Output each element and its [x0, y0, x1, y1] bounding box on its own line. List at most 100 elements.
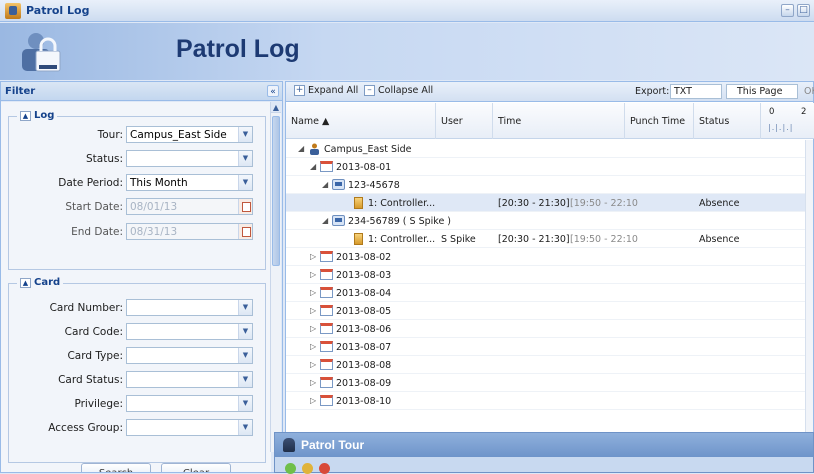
- chevron-down-icon[interactable]: ▼: [238, 420, 252, 435]
- collapsed-arrow-icon[interactable]: ▷: [310, 288, 316, 297]
- calendar-icon: [320, 269, 333, 280]
- start-date-field[interactable]: 08/01/13: [126, 198, 253, 215]
- expanded-arrow-icon[interactable]: ◢: [322, 180, 328, 189]
- calendar-icon: [320, 287, 333, 298]
- row-status: Absence: [699, 198, 740, 209]
- patrol-tour-title: Patrol Tour: [301, 438, 365, 452]
- chevron-down-icon[interactable]: ▼: [238, 175, 252, 190]
- tree-row-card[interactable]: ◢ 123-45678: [286, 176, 806, 194]
- chevron-down-icon[interactable]: ▼: [238, 348, 252, 363]
- chevron-down-icon[interactable]: ▼: [238, 372, 252, 387]
- collapsed-arrow-icon[interactable]: ▷: [310, 306, 316, 315]
- calendar-icon[interactable]: [238, 199, 252, 214]
- card-code-select[interactable]: ▼: [126, 323, 253, 340]
- card-collapse-toggle[interactable]: ▲: [20, 277, 31, 288]
- privilege-select[interactable]: ▼: [126, 395, 253, 412]
- tree-row-date[interactable]: ▷ 2013-08-08: [286, 356, 806, 374]
- collapsed-arrow-icon[interactable]: ▷: [310, 360, 316, 369]
- ok-button[interactable]: OK: [804, 86, 814, 97]
- end-date-field[interactable]: 08/31/13: [126, 223, 253, 240]
- card-type-select[interactable]: ▼: [126, 347, 253, 364]
- collapsed-arrow-icon[interactable]: ▷: [310, 252, 316, 261]
- expanded-arrow-icon[interactable]: ◢: [322, 216, 328, 225]
- column-status[interactable]: Status: [694, 103, 761, 139]
- collapsed-arrow-icon[interactable]: ▷: [310, 342, 316, 351]
- status-select[interactable]: ▼: [126, 150, 253, 167]
- expanded-arrow-icon[interactable]: ◢: [310, 162, 316, 171]
- banner: Patrol Log: [0, 23, 814, 80]
- tree-row-card[interactable]: ◢ 234-56789 ( S Spike ): [286, 212, 806, 230]
- pause-icon[interactable]: [302, 463, 313, 474]
- chevron-down-icon[interactable]: ▼: [238, 324, 252, 339]
- clear-button[interactable]: Clear: [161, 463, 231, 472]
- filter-panel: Filter « ▲ Log Tour: Campus_East Side ▼ …: [0, 81, 283, 473]
- date-period-label: Date Period:: [58, 176, 123, 189]
- date-period-select[interactable]: This Month ▼: [126, 174, 253, 191]
- tree-row-date[interactable]: ▷ 2013-08-07: [286, 338, 806, 356]
- grid-rows: ◢ Campus_East Side ◢ 2013-08-01 ◢ 123-45…: [286, 140, 806, 434]
- tree-row-campus[interactable]: ◢ Campus_East Side: [286, 140, 806, 158]
- scroll-thumb[interactable]: [272, 116, 280, 266]
- tree-row-date[interactable]: ▷ 2013-08-02: [286, 248, 806, 266]
- log-collapse-toggle[interactable]: ▲: [20, 110, 31, 121]
- chevron-down-icon[interactable]: ▼: [238, 127, 252, 142]
- tree-row-date[interactable]: ▷ 2013-08-10: [286, 392, 806, 410]
- tree-row-date[interactable]: ◢ 2013-08-01: [286, 158, 806, 176]
- patrol-tour-window[interactable]: Patrol Tour: [274, 432, 814, 474]
- chevron-down-icon[interactable]: ▼: [238, 396, 252, 411]
- tree-row-date[interactable]: ▷ 2013-08-05: [286, 302, 806, 320]
- column-punch-time[interactable]: Punch Time: [625, 103, 694, 139]
- collapse-all-button[interactable]: – Collapse All: [364, 85, 433, 96]
- tour-select[interactable]: Campus_East Side ▼: [126, 126, 253, 143]
- chevron-down-icon[interactable]: ▼: [238, 300, 252, 315]
- expand-all-button[interactable]: + Expand All: [294, 85, 358, 96]
- tree-row-date[interactable]: ▷ 2013-08-04: [286, 284, 806, 302]
- column-user[interactable]: User: [436, 103, 493, 139]
- grid-scrollbar[interactable]: [805, 140, 813, 434]
- end-date-label: End Date:: [71, 225, 123, 238]
- stop-icon[interactable]: [319, 463, 330, 474]
- grid-header: Name ▲ User Time Punch Time Status 0 2 |…: [286, 103, 814, 139]
- guard-icon: [283, 438, 295, 452]
- collapsed-arrow-icon[interactable]: ▷: [310, 324, 316, 333]
- row-name: 2013-08-08: [336, 360, 392, 371]
- column-name[interactable]: Name ▲: [286, 103, 436, 139]
- page-title: Patrol Log: [176, 35, 300, 63]
- export-format-select[interactable]: TXT: [670, 84, 722, 99]
- column-time[interactable]: Time: [493, 103, 625, 139]
- patrol-tour-titlebar[interactable]: Patrol Tour: [275, 433, 813, 457]
- timeline-next-label: 2: [801, 107, 807, 117]
- column-timeline[interactable]: 0 2 |.|.|.|: [761, 103, 814, 139]
- card-legend: Card: [34, 277, 61, 288]
- collapse-filter-icon[interactable]: «: [267, 85, 279, 97]
- tree-row-date[interactable]: ▷ 2013-08-03: [286, 266, 806, 284]
- collapsed-arrow-icon[interactable]: ▷: [310, 378, 316, 387]
- tree-row-checkpoint[interactable]: 1: Controller... [20:30 - 21:30] [19:50 …: [286, 194, 806, 212]
- collapsed-arrow-icon[interactable]: ▷: [310, 396, 316, 405]
- collapsed-arrow-icon[interactable]: ▷: [310, 270, 316, 279]
- play-icon[interactable]: [285, 463, 296, 474]
- filter-scrollbar[interactable]: ▲: [270, 102, 281, 452]
- search-button[interactable]: Search: [81, 463, 151, 472]
- tree-row-date[interactable]: ▷ 2013-08-06: [286, 320, 806, 338]
- calendar-icon: [320, 323, 333, 334]
- maximize-button[interactable]: □: [797, 4, 810, 17]
- export-scope-select[interactable]: This Page: [726, 84, 798, 99]
- tree-row-date[interactable]: ▷ 2013-08-09: [286, 374, 806, 392]
- access-group-select[interactable]: ▼: [126, 419, 253, 436]
- card-number-select[interactable]: ▼: [126, 299, 253, 316]
- status-label: Status:: [86, 152, 123, 165]
- row-name: 2013-08-04: [336, 288, 392, 299]
- tree-row-checkpoint[interactable]: 1: Controller... S Spike [20:30 - 21:30]…: [286, 230, 806, 248]
- card-status-select[interactable]: ▼: [126, 371, 253, 388]
- minimize-button[interactable]: –: [781, 4, 794, 17]
- card-device-icon: [332, 215, 345, 226]
- chevron-down-icon[interactable]: ▼: [238, 151, 252, 166]
- row-name: 2013-08-01: [336, 162, 392, 173]
- scroll-up-icon[interactable]: ▲: [271, 102, 281, 113]
- date-period-value: This Month: [130, 176, 188, 189]
- collapse-all-label: Collapse All: [378, 85, 434, 96]
- expanded-arrow-icon[interactable]: ◢: [298, 144, 304, 153]
- row-name: 1: Controller...: [368, 198, 436, 209]
- calendar-icon[interactable]: [238, 224, 252, 239]
